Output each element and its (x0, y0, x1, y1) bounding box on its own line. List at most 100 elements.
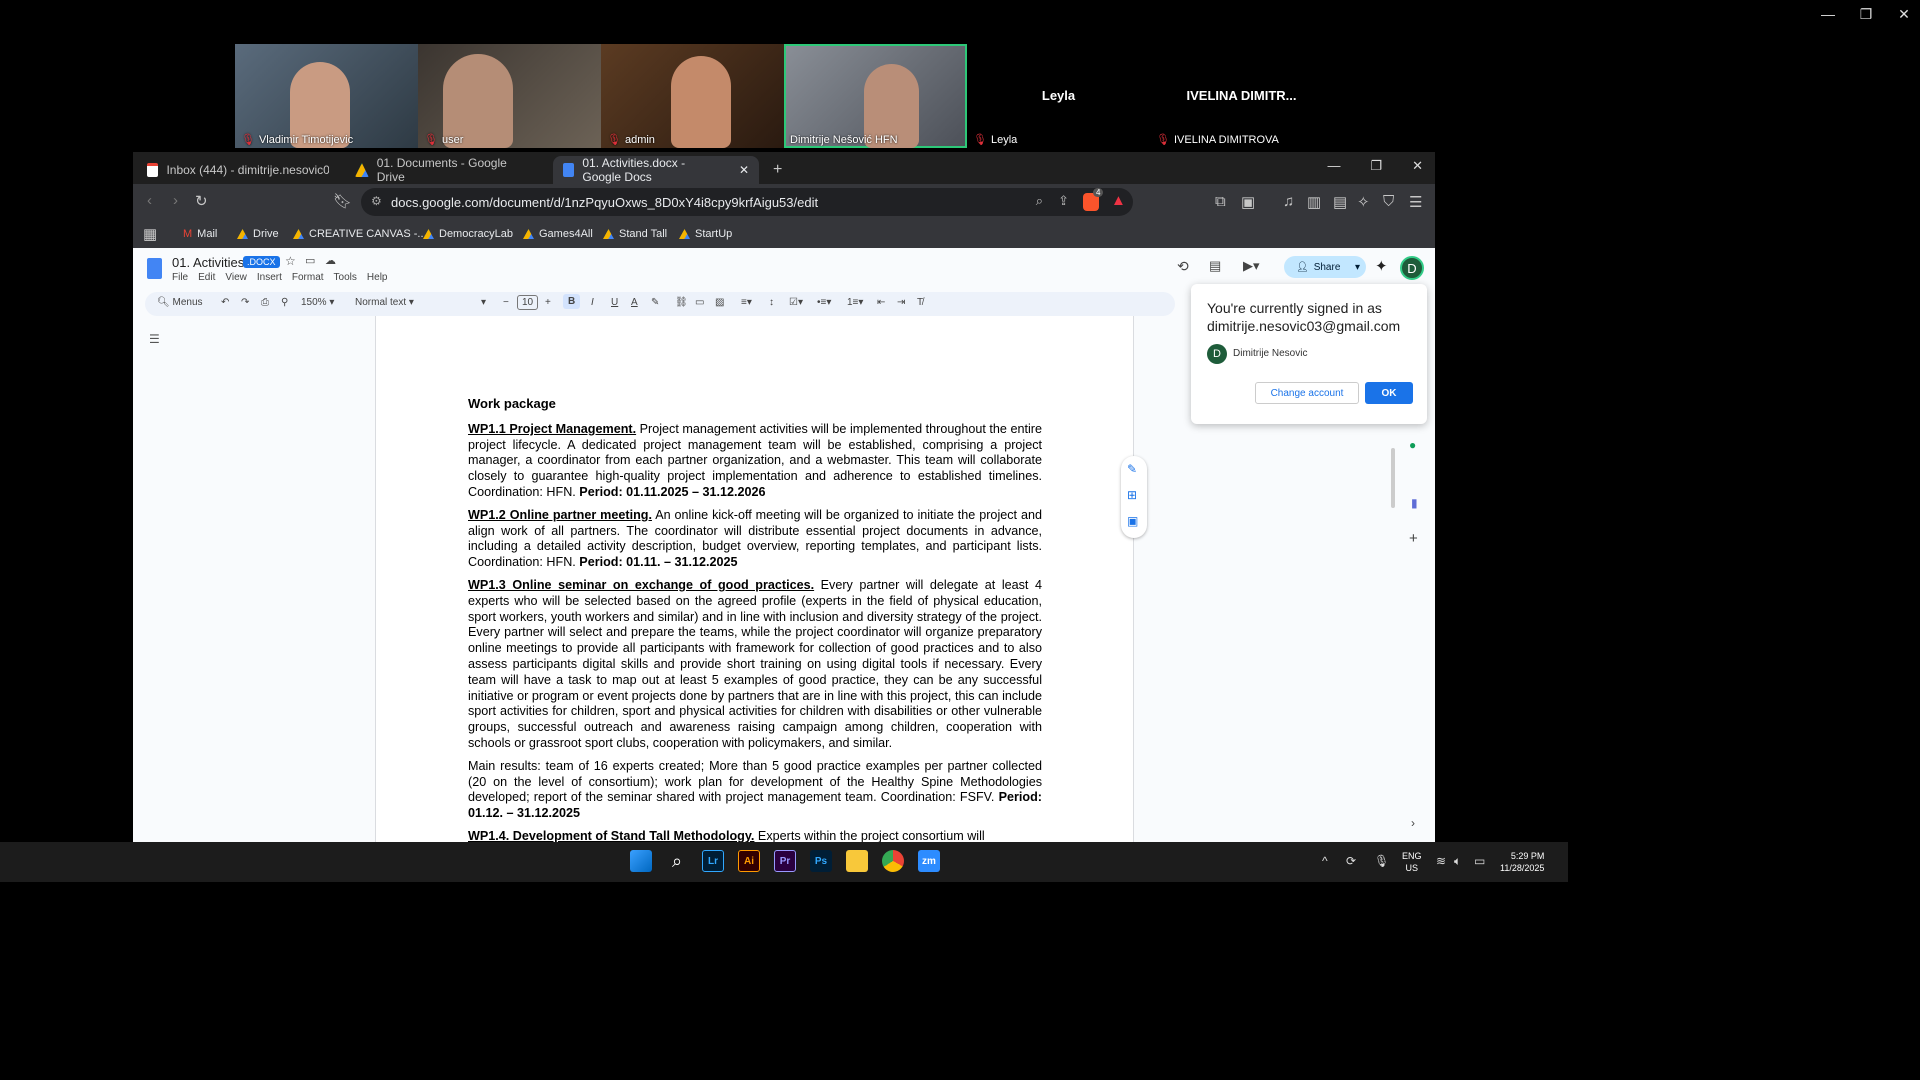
menu-view[interactable]: View (225, 272, 247, 283)
suggest-edits-icon[interactable]: ▣ (1127, 514, 1138, 528)
vpn-icon[interactable]: ⛉ (1383, 193, 1394, 210)
restore-button[interactable]: ❐ (1858, 6, 1874, 23)
redo-icon[interactable]: ↷ (241, 297, 249, 308)
avatar[interactable]: D (1400, 256, 1424, 280)
decrease-font-size-button[interactable]: − (503, 297, 509, 308)
sidebar-icon[interactable]: ▥ (1307, 193, 1321, 211)
add-comment-icon[interactable]: ⊞ (1127, 488, 1137, 502)
line-spacing-icon[interactable]: ↕ (769, 297, 774, 308)
leo-ai-icon[interactable]: ✧ (1357, 193, 1370, 211)
search-menus-input[interactable]: 🔍︎ Menus (157, 297, 203, 308)
undo-icon[interactable]: ↶ (221, 297, 229, 308)
restore-button[interactable]: ❐ (1370, 158, 1382, 174)
minimize-button[interactable]: — (1327, 158, 1340, 174)
document-title[interactable]: 01. Activities (172, 255, 244, 270)
ok-button[interactable]: OK (1365, 382, 1413, 404)
font-size-input[interactable]: 10 (517, 295, 539, 310)
move-folder-icon[interactable]: ▭ (305, 254, 315, 267)
highlight-icon[interactable]: ✎ (651, 297, 659, 308)
wifi-icon[interactable]: ≋ (1436, 854, 1446, 868)
print-icon[interactable]: ⎙ (261, 297, 269, 308)
participant-tile[interactable]: IVELINA DIMITR... 🎙︎ IVELINA DIMITROVA (1150, 44, 1333, 148)
participant-tile[interactable]: 🎙︎ Vladimir Timotijevic (235, 44, 418, 148)
media-icon[interactable]: ♫ (1283, 193, 1294, 210)
menu-file[interactable]: File (172, 272, 188, 283)
insert-image-icon[interactable]: ▨ (715, 297, 724, 308)
numbered-list-icon[interactable]: 1≡▾ (847, 297, 863, 308)
reload-icon[interactable]: ↻ (195, 192, 208, 210)
brave-rewards-icon[interactable]: ▲ (1111, 192, 1126, 209)
premiere-icon[interactable]: Pr (774, 850, 796, 872)
increase-indent-icon[interactable]: ⇥ (897, 297, 905, 308)
volume-muted-icon[interactable]: 🔈︎ (1454, 854, 1461, 869)
increase-font-size-button[interactable]: + (545, 297, 551, 308)
address-bar[interactable]: ⚙ docs.google.com/document/d/1nzPqyuOxws… (361, 188, 1133, 216)
menu-icon[interactable]: ☰ (1409, 193, 1422, 211)
bookmark-drive[interactable]: Drive (237, 228, 279, 240)
chevron-down-icon[interactable]: ▾ (1355, 262, 1360, 273)
back-icon[interactable]: ‹ (147, 192, 152, 209)
close-button[interactable]: ✕ (1412, 158, 1423, 174)
bookmark-democracylab[interactable]: DemocracyLab (423, 228, 513, 240)
share-button[interactable]: 👤︎ Share ▾ (1284, 256, 1366, 278)
meet-icon[interactable]: ▶▾ (1243, 258, 1260, 274)
participant-tile-active[interactable]: Dimitrije Nešović HFN (784, 44, 967, 148)
scrollbar[interactable] (1391, 448, 1395, 508)
zoom-app-icon[interactable]: zm (918, 850, 940, 872)
edit-pencil-icon[interactable]: ✎ (1127, 462, 1137, 476)
close-tab-icon[interactable]: ✕ (739, 163, 749, 177)
bookmark-startup[interactable]: StartUp (679, 228, 732, 240)
tasks-icon[interactable]: ▮ (1411, 496, 1418, 510)
checklist-icon[interactable]: ☑▾ (789, 297, 803, 308)
illustrator-icon[interactable]: Ai (738, 850, 760, 872)
tab-docs[interactable]: 01. Activities.docx - Google Docs ✕ (553, 156, 759, 184)
tab-drive[interactable]: 01. Documents - Google Drive (345, 156, 545, 184)
lightroom-icon[interactable]: Lr (702, 850, 724, 872)
minimize-button[interactable]: — (1820, 6, 1836, 23)
bookmark-creative-canvas[interactable]: CREATIVE CANVAS -... (293, 228, 427, 240)
style-select[interactable]: Normal text ▾ (355, 297, 414, 308)
chevron-right-icon[interactable]: › (1411, 816, 1415, 830)
link-icon[interactable]: ⛓ (675, 297, 688, 308)
participant-tile[interactable]: Leyla 🎙︎ Leyla (967, 44, 1150, 148)
screenshot-icon[interactable]: ▣ (1241, 193, 1255, 211)
chrome-icon[interactable] (882, 850, 904, 872)
menu-format[interactable]: Format (292, 272, 324, 283)
apps-grid-icon[interactable]: ▦ (143, 225, 157, 243)
italic-button[interactable]: I (591, 297, 594, 308)
bookmark-games4all[interactable]: Games4All (523, 228, 593, 240)
search-icon[interactable]: ⌕ (666, 850, 688, 872)
new-tab-button[interactable]: + (763, 156, 792, 184)
version-history-icon[interactable]: ⟲ (1177, 258, 1189, 275)
font-select[interactable]: ▾ (481, 297, 486, 308)
bookmark-icon[interactable]: 🔖︎ (333, 192, 352, 210)
document-body[interactable]: Work package WP1.1 Project Management. P… (468, 396, 1042, 852)
comments-icon[interactable]: ▤ (1209, 258, 1221, 274)
underline-button[interactable]: U (611, 297, 618, 308)
zoom-icon[interactable]: ⌕ (1036, 193, 1043, 209)
tab-gmail[interactable]: Inbox (444) - dimitrije.nesovic03@gm (137, 156, 339, 184)
bookmark-stand-tall[interactable]: Stand Tall (603, 228, 667, 240)
outline-icon[interactable]: ☰ (149, 332, 160, 346)
menu-tools[interactable]: Tools (334, 272, 357, 283)
align-icon[interactable]: ≡▾ (741, 297, 752, 308)
decrease-indent-icon[interactable]: ⇤ (877, 297, 885, 308)
zoom-select[interactable]: 150% ▾ (301, 297, 334, 308)
sync-icon[interactable]: ⟳ (1346, 854, 1356, 868)
tray-expand-icon[interactable]: ^ (1322, 854, 1328, 868)
paint-format-icon[interactable]: ⚲ (281, 297, 288, 308)
battery-icon[interactable]: ▭ (1474, 854, 1485, 868)
add-addon-icon[interactable]: + (1409, 530, 1418, 547)
text-color-button[interactable]: A (631, 297, 638, 308)
star-icon[interactable]: ☆ (285, 254, 296, 268)
change-account-button[interactable]: Change account (1255, 382, 1359, 404)
wallet-icon[interactable]: ▤ (1333, 193, 1347, 211)
bulleted-list-icon[interactable]: •≡▾ (817, 297, 831, 308)
bold-button[interactable]: B (563, 294, 581, 309)
participant-tile[interactable]: 🎙︎ user (418, 44, 601, 148)
menu-edit[interactable]: Edit (198, 272, 215, 283)
menu-help[interactable]: Help (367, 272, 388, 283)
share-page-icon[interactable]: ⇪ (1058, 193, 1069, 209)
microphone-icon[interactable]: 🎙︎ (1374, 854, 1389, 868)
document-page[interactable]: Work package WP1.1 Project Management. P… (375, 316, 1134, 843)
